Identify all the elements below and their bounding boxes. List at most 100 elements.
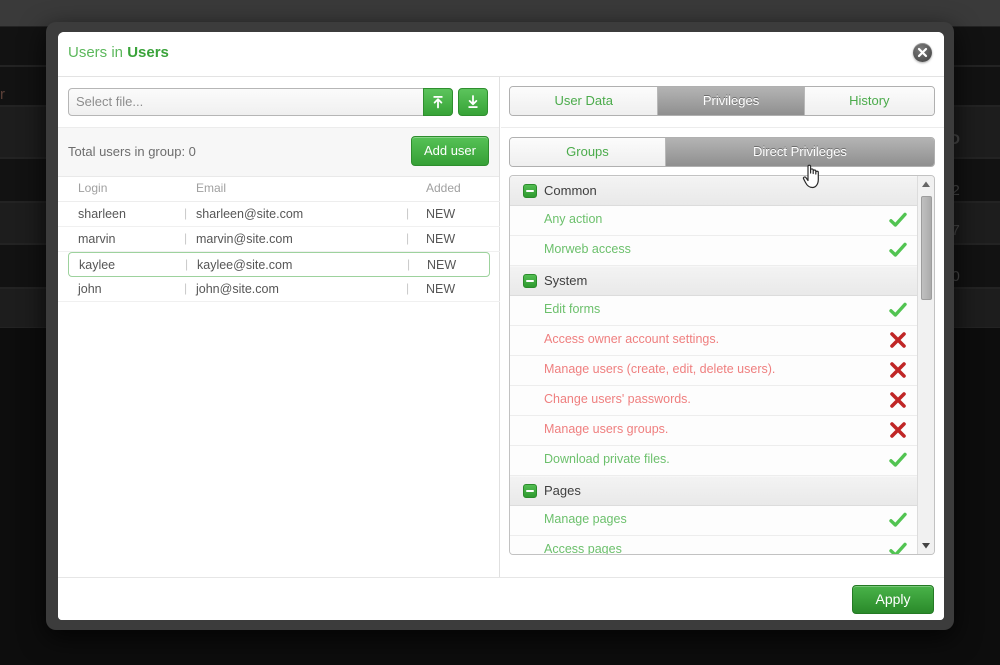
check-icon[interactable] (889, 451, 907, 469)
cell-login: kaylee (79, 258, 116, 272)
check-icon[interactable] (889, 511, 907, 529)
cross-icon[interactable] (889, 391, 907, 409)
main-tabs: User Data Privileges History (509, 86, 935, 116)
cross-icon[interactable] (889, 421, 907, 439)
privilege-group-common[interactable]: Common (510, 176, 917, 206)
cell-divider: | (185, 257, 189, 271)
dialog-title-bar: Users in Users (58, 32, 944, 77)
dialog-body: Select file... Total users in group: 0 A… (58, 77, 944, 577)
file-select-row: Select file... (58, 77, 499, 128)
privilege-label: Download private files. (544, 452, 670, 466)
privilege-row[interactable]: Edit forms (510, 296, 917, 326)
privileges-list: Common Any action Morweb access System E… (510, 176, 917, 554)
table-row[interactable]: marvin | marvin@site.com | NEW (58, 227, 500, 252)
privilege-row[interactable]: Access pages (510, 536, 917, 554)
main-tab-row: User Data Privileges History (501, 77, 944, 128)
privilege-row[interactable]: Manage users (create, edit, delete users… (510, 356, 917, 386)
scroll-down-icon[interactable] (918, 538, 934, 553)
privilege-label: Access owner account settings. (544, 332, 720, 346)
cell-divider: | (406, 206, 410, 220)
cell-divider: | (406, 281, 410, 295)
check-icon[interactable] (889, 541, 907, 554)
users-table-header: Login Email Added (58, 176, 500, 202)
privilege-label: Manage users (create, edit, delete users… (544, 362, 776, 376)
apply-button[interactable]: Apply (852, 585, 934, 614)
privilege-row[interactable]: Any action (510, 206, 917, 236)
table-row[interactable]: sharleen | sharleen@site.com | NEW (58, 202, 500, 227)
cross-icon[interactable] (889, 331, 907, 349)
total-users-row: Total users in group: 0 Add user (58, 128, 499, 177)
total-users-label: Total users in group: 0 (68, 144, 196, 159)
collapse-minus-icon[interactable] (523, 484, 537, 498)
close-icon[interactable] (913, 43, 932, 62)
sub-tabs: Groups Direct Privileges (509, 137, 935, 167)
table-row[interactable]: john | john@site.com | NEW (58, 277, 500, 302)
scrollbar-thumb[interactable] (921, 196, 932, 300)
privilege-label: Manage users groups. (544, 422, 669, 436)
column-header-added: Added (426, 181, 461, 195)
privileges-panel: Common Any action Morweb access System E… (509, 175, 935, 555)
dialog-footer: Apply (58, 577, 944, 620)
privilege-row[interactable]: Change users' passwords. (510, 386, 917, 416)
column-header-email: Email (196, 181, 227, 195)
upload-icon[interactable] (423, 88, 453, 116)
table-row-selected[interactable]: kaylee | kaylee@site.com | NEW (68, 252, 490, 277)
cell-added: NEW (426, 232, 456, 246)
group-label: Common (544, 183, 597, 198)
privilege-label: Any action (544, 212, 603, 226)
collapse-minus-icon[interactable] (523, 274, 537, 288)
cell-login: marvin (78, 232, 116, 246)
privilege-label: Edit forms (544, 302, 601, 316)
users-table: Login Email Added sharleen | sharleen@si… (58, 176, 500, 302)
privilege-label: Morweb access (544, 242, 631, 256)
cell-email: john@site.com (196, 282, 279, 296)
cell-divider: | (184, 206, 188, 220)
privilege-row[interactable]: Access owner account settings. (510, 326, 917, 356)
sub-tab-row: Groups Direct Privileges (501, 128, 944, 178)
cell-divider: | (184, 281, 188, 295)
cross-icon[interactable] (889, 361, 907, 379)
cell-login: sharleen (78, 207, 126, 221)
tab-direct-privileges[interactable]: Direct Privileges (665, 138, 934, 166)
tab-privileges[interactable]: Privileges (658, 87, 805, 115)
check-icon[interactable] (889, 211, 907, 229)
cell-login: john (78, 282, 102, 296)
cell-added: NEW (427, 258, 457, 272)
tab-history[interactable]: History (804, 87, 934, 115)
privilege-label: Manage pages (544, 512, 627, 526)
background-text: r (0, 86, 6, 103)
cell-added: NEW (426, 282, 456, 296)
privilege-row[interactable]: Morweb access (510, 236, 917, 266)
privilege-label: Access pages (544, 542, 622, 554)
cell-added: NEW (426, 207, 456, 221)
privilege-row[interactable]: Manage pages (510, 506, 917, 536)
users-dialog: Users in Users Select file... Total user… (46, 22, 954, 630)
privilege-group-pages[interactable]: Pages (510, 476, 917, 506)
page-title: Users in Users (68, 44, 169, 61)
group-label: Pages (544, 483, 581, 498)
cell-divider: | (184, 231, 188, 245)
details-pane: User Data Privileges History Groups Dire… (501, 77, 944, 577)
dialog-content: Users in Users Select file... Total user… (58, 32, 944, 620)
collapse-minus-icon[interactable] (523, 184, 537, 198)
download-icon[interactable] (458, 88, 488, 116)
check-icon[interactable] (889, 241, 907, 259)
group-label: System (544, 273, 588, 288)
cell-email: kaylee@site.com (197, 258, 293, 272)
privilege-row[interactable]: Download private files. (510, 446, 917, 476)
tab-groups[interactable]: Groups (510, 138, 666, 166)
check-icon[interactable] (889, 301, 907, 319)
privilege-row[interactable]: Manage users groups. (510, 416, 917, 446)
add-user-button[interactable]: Add user (410, 136, 489, 166)
file-select-placeholder: Select file... (76, 94, 144, 109)
privilege-label: Change users' passwords. (544, 392, 691, 406)
scroll-up-icon[interactable] (918, 177, 934, 192)
privileges-scrollbar[interactable] (917, 176, 934, 554)
users-pane: Select file... Total users in group: 0 A… (58, 77, 500, 577)
cell-email: sharleen@site.com (196, 207, 304, 221)
file-select-input[interactable]: Select file... (68, 88, 453, 116)
column-header-login: Login (78, 181, 108, 195)
tab-user-data[interactable]: User Data (510, 87, 659, 115)
privilege-group-system[interactable]: System (510, 266, 917, 296)
dialog-title-prefix: Users in (68, 44, 128, 61)
